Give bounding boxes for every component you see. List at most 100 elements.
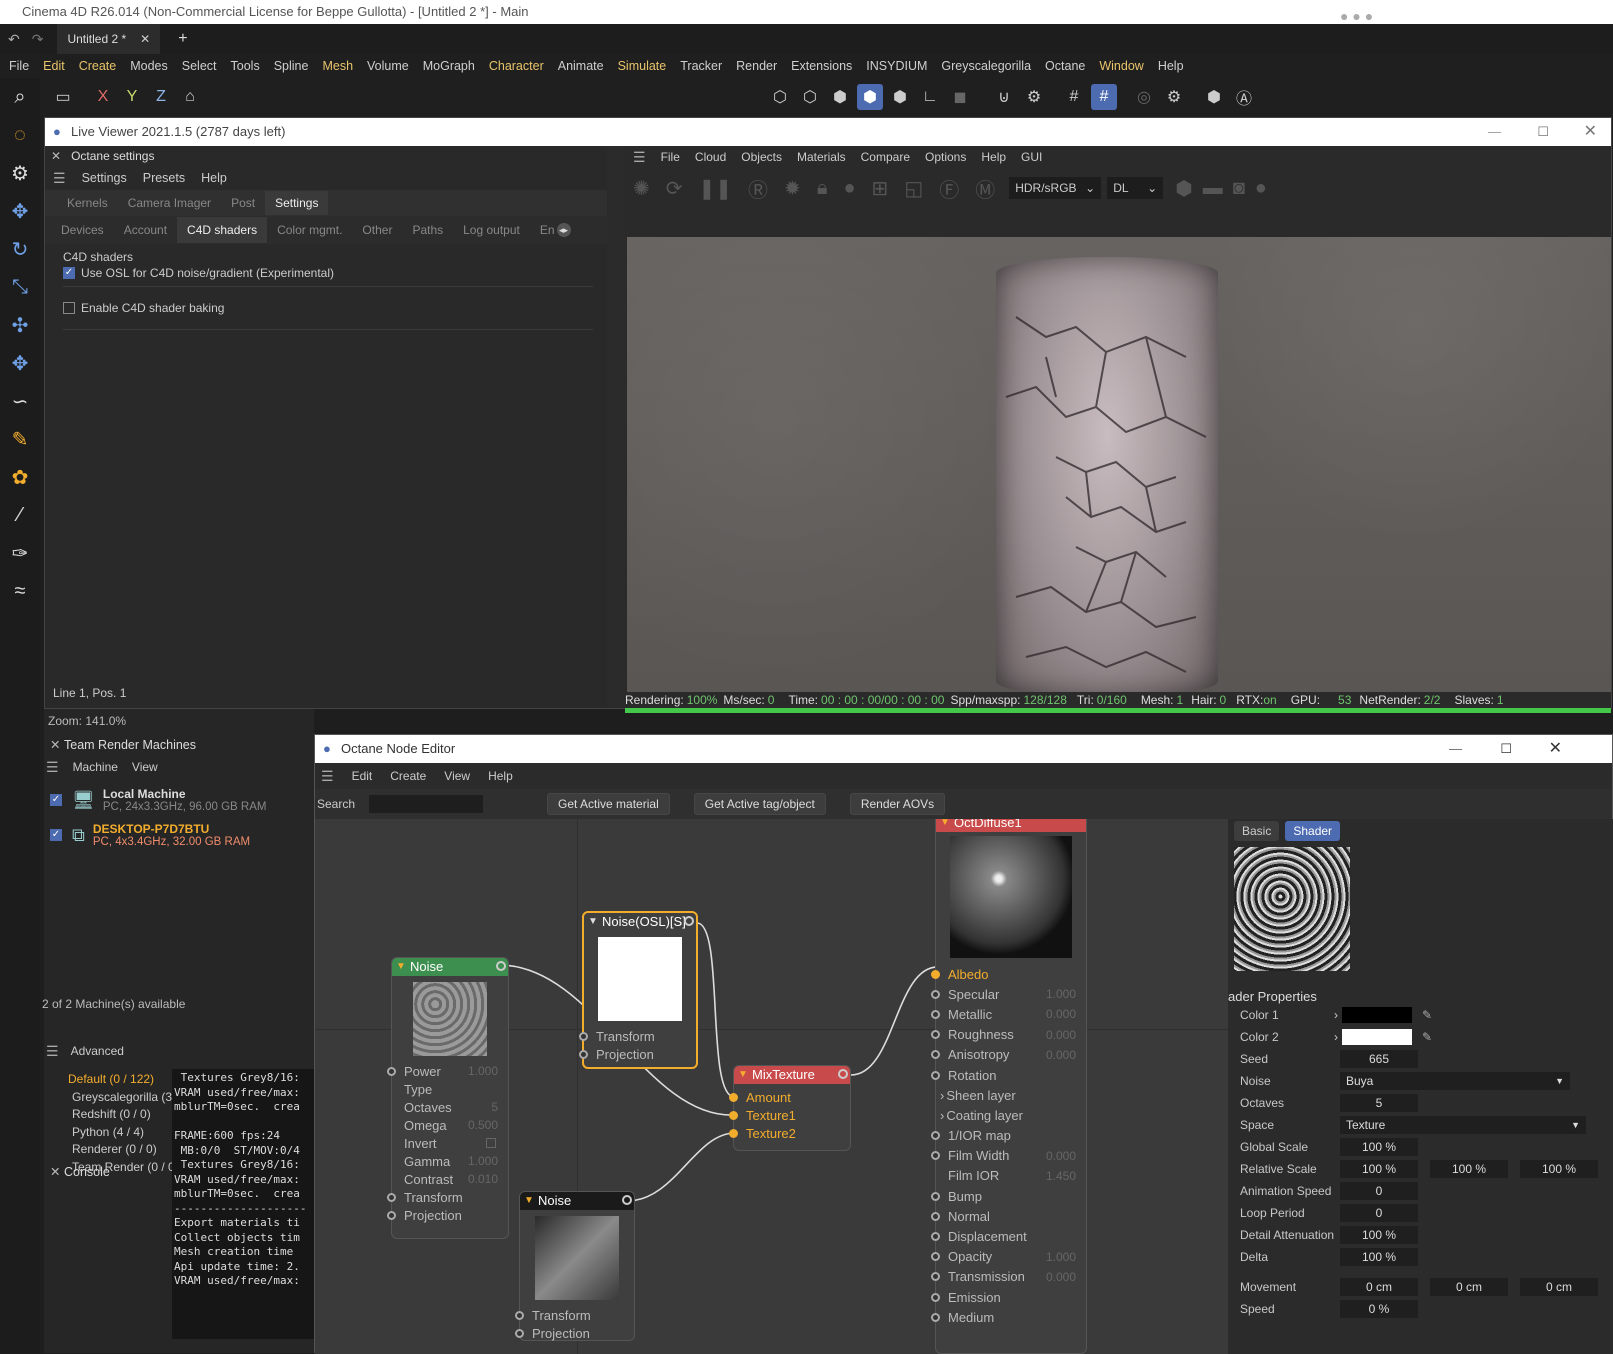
hamburger-icon[interactable]: ☰ [53, 170, 66, 187]
tr-menu-machine[interactable]: Machine [73, 760, 118, 774]
os-tab-camera-imager[interactable]: Camera Imager [118, 191, 221, 215]
machine-row[interactable]: ✓ ⧉ DESKTOP-P7D7BTU PC, 4x3.4GHz, 32.00 … [44, 817, 314, 853]
relative-scale-z[interactable]: 100 % [1520, 1160, 1598, 1178]
port-socket-icon[interactable] [729, 1110, 738, 1120]
color2-swatch[interactable] [1342, 1029, 1412, 1045]
close-icon[interactable]: ✕ [1584, 118, 1597, 146]
node-port[interactable]: › Coating layer [936, 1105, 1086, 1125]
os-menu-settings[interactable]: Settings [82, 171, 127, 185]
tool-settings-icon[interactable]: ⚙ [0, 154, 40, 192]
redo-icon[interactable]: ↷ [32, 31, 44, 48]
space-select[interactable]: Texture ▼ [1340, 1116, 1586, 1134]
chevron-right-icon[interactable]: › [1334, 1030, 1338, 1044]
menu-window[interactable]: Window [1099, 59, 1143, 73]
film-icon[interactable]: ▭ [50, 84, 76, 110]
console-tree-item[interactable]: Default (0 / 122) [68, 1071, 172, 1089]
uv-mode-icon[interactable]: ⬢ [887, 84, 913, 110]
animation-speed-field[interactable]: 0 [1340, 1182, 1418, 1200]
scroll-tabs-icon[interactable]: ◂▸ [556, 223, 571, 237]
hamburger-icon[interactable]: ☰ [633, 149, 646, 166]
node-port[interactable]: Transform [515, 1306, 634, 1324]
snap-icon[interactable]: ⊍ [991, 84, 1017, 110]
noise-node-2[interactable]: ▼ Noise Transform Projection [515, 1191, 635, 1341]
port-socket-icon[interactable] [515, 1328, 524, 1338]
port-socket-icon[interactable] [931, 1232, 940, 1242]
render-region-icon[interactable]: ◎ [1131, 84, 1157, 110]
camera-icon[interactable]: ◙ [1233, 177, 1245, 200]
node-port[interactable]: Opacity 1.000 [931, 1247, 1086, 1267]
octaves-field[interactable]: 5 [1340, 1094, 1418, 1112]
close-icon[interactable]: ✕ [1549, 735, 1562, 763]
lv-menu-cloud[interactable]: Cloud [695, 150, 726, 164]
delta-field[interactable]: 100 % [1340, 1248, 1418, 1266]
node-port[interactable]: Power 1.000 [387, 1062, 508, 1080]
collapse-icon[interactable]: ▼ [738, 1066, 748, 1084]
close-panel-icon[interactable]: ✕ [50, 735, 60, 755]
hamburger-icon[interactable]: ☰ [46, 1043, 59, 1060]
menu-mograph[interactable]: MoGraph [423, 59, 475, 73]
os-subtab-paths[interactable]: Paths [402, 217, 453, 243]
port-socket-icon[interactable] [931, 1030, 940, 1040]
node-port[interactable]: Amount [729, 1088, 850, 1106]
lv-menu-compare[interactable]: Compare [861, 150, 910, 164]
search-input[interactable] [369, 795, 484, 813]
output-port-icon[interactable] [838, 1069, 848, 1079]
port-socket-icon[interactable] [931, 1272, 940, 1282]
hexagon-icon[interactable]: ⬢ [1175, 176, 1192, 201]
node-port[interactable]: Film IOR 1.450 [936, 1166, 1086, 1186]
console-tree-item[interactable]: Team Render (0 / 0 [68, 1159, 172, 1177]
menu-extensions[interactable]: Extensions [791, 59, 852, 73]
node-header[interactable]: ▼ MixTexture [734, 1066, 850, 1084]
collapse-icon[interactable]: ▼ [588, 913, 598, 931]
node-port[interactable]: Medium [931, 1307, 1086, 1327]
get-active-tag-button[interactable]: Get Active tag/object [693, 793, 826, 815]
noise-node[interactable]: ▼ Noise Power 1.000 Type Octaves 5 Omega 0.500… [387, 957, 509, 1239]
noise-select[interactable]: Buya ▼ [1340, 1072, 1570, 1090]
node-port[interactable]: Roughness 0.000 [931, 1025, 1086, 1045]
eyedropper-icon[interactable]: ✎ [1422, 1030, 1432, 1044]
autodesk-icon[interactable]: Ⓐ [1231, 84, 1257, 110]
ne-menu-view[interactable]: View [444, 769, 470, 783]
octane-icon[interactable]: ⬢ [1201, 84, 1227, 110]
node-port[interactable]: Film Width 0.000 [931, 1146, 1086, 1166]
os-subtab-devices[interactable]: Devices [51, 217, 114, 243]
region-icon[interactable]: Ⓡ [748, 174, 768, 203]
node-port[interactable]: Normal [931, 1206, 1086, 1226]
grid-snap-icon[interactable]: # [1091, 84, 1117, 110]
window-dots-icon[interactable]: ● ● ● [1340, 8, 1373, 24]
detail-attenuation-field[interactable]: 100 % [1340, 1226, 1418, 1244]
port-socket-icon[interactable] [931, 1312, 940, 1322]
shader-baking-option[interactable]: Enable C4D shader baking [63, 301, 607, 315]
console-tree-item[interactable]: Greyscalegorilla (3- [68, 1089, 172, 1107]
checkbox-checked-icon[interactable]: ✓ [50, 829, 62, 841]
node-port[interactable]: Metallic 0.000 [931, 1004, 1086, 1024]
os-tab-post[interactable]: Post [221, 191, 265, 215]
menu-volume[interactable]: Volume [367, 59, 409, 73]
texture-mode-icon[interactable]: ◼ [947, 84, 973, 110]
ne-menu-help[interactable]: Help [488, 769, 513, 783]
loop-period-field[interactable]: 0 [1340, 1204, 1418, 1222]
port-socket-icon[interactable] [729, 1092, 738, 1102]
hamburger-icon[interactable]: ☰ [321, 768, 334, 785]
node-header[interactable]: ▼ Noise [392, 958, 508, 976]
search-icon[interactable]: ⌕ [0, 78, 40, 116]
port-socket-icon[interactable] [931, 1252, 940, 1262]
workplane-icon[interactable]: # [1061, 84, 1087, 110]
focus-icon[interactable]: Ⓕ [939, 174, 959, 203]
console-tree-item[interactable]: Redshift (0 / 0) [68, 1106, 172, 1124]
port-socket-icon[interactable] [579, 1049, 588, 1059]
node-port[interactable]: Anisotropy 0.000 [931, 1045, 1086, 1065]
os-subtab-c4d-shaders[interactable]: C4D shaders [177, 217, 268, 243]
lv-menu-options[interactable]: Options [925, 150, 966, 164]
node-port[interactable]: Albedo [931, 964, 1086, 984]
node-port[interactable]: Omega 0.500 [392, 1116, 508, 1134]
node-port[interactable]: Texture1 [729, 1106, 850, 1124]
move-tool-icon[interactable]: ✥ [0, 192, 40, 230]
port-socket-icon[interactable] [931, 969, 940, 979]
output-port-icon[interactable] [622, 1195, 632, 1205]
get-active-material-button[interactable]: Get Active material [547, 793, 670, 815]
new-tab-icon[interactable]: + [178, 30, 187, 48]
node-header[interactable]: ▼ Noise [520, 1192, 634, 1210]
node-port[interactable]: Emission [931, 1287, 1086, 1307]
axis-y-button[interactable]: Y [119, 84, 145, 110]
